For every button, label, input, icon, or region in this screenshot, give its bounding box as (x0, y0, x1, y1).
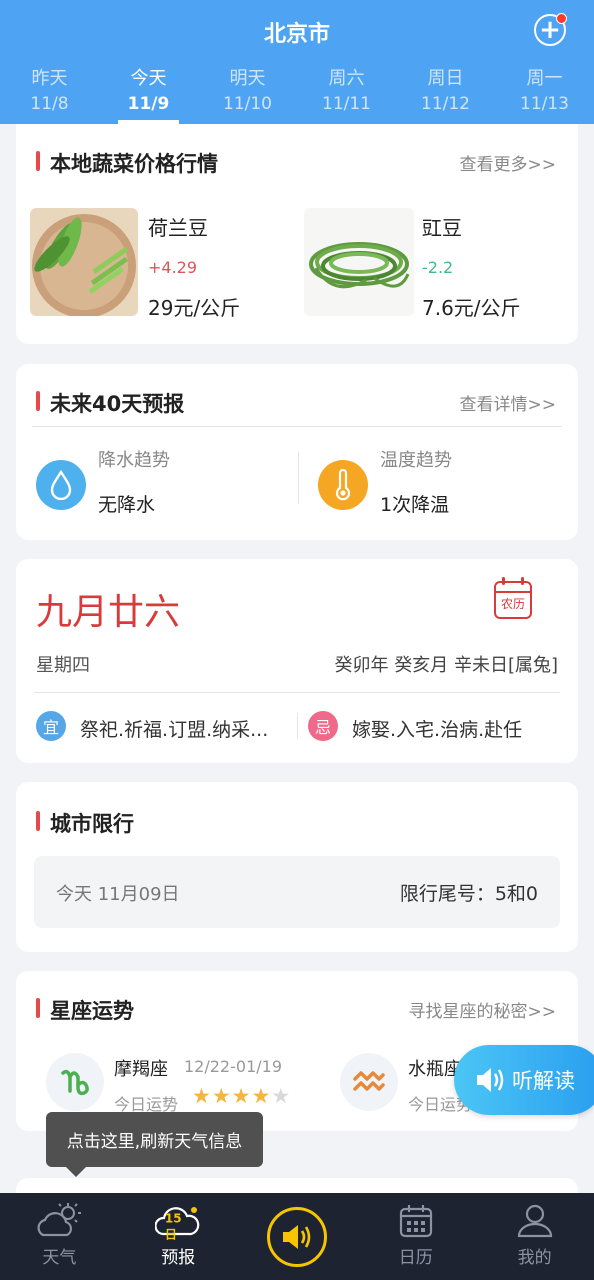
zodiac-date-range: 12/22-01/19 (184, 1057, 282, 1076)
tab-sunday[interactable]: 周日 11/12 (396, 60, 495, 124)
nav-label: 预报 (161, 1248, 196, 1268)
traffic-restriction-card: 城市限行 今天 11月09日 限行尾号：5和0 (16, 782, 578, 952)
date-tabs: 昨天 11/8 今天 11/9 明天 11/10 周六 11/11 周日 11/… (0, 60, 594, 124)
horoscope-more-link[interactable]: 寻找星座的秘密>> (409, 997, 557, 1022)
nav-weather[interactable]: 天气 (0, 1193, 119, 1280)
tab-date: 11/10 (223, 94, 272, 114)
lunar-badge-label: 农历 (500, 597, 525, 611)
divider (32, 426, 562, 427)
rain-trend-label: 降水趋势 (98, 450, 170, 471)
nav-label: 天气 (42, 1248, 77, 1268)
vegetable-price-card: 本地蔬菜价格行情 查看更多>> 荷兰豆 +4.29 29元/公斤 豇豆 -2.2… (16, 124, 578, 344)
nav-label: 我的 (517, 1248, 552, 1268)
price-change: +4.29 (148, 258, 198, 277)
restriction-plate-numbers: 限行尾号：5和0 (399, 883, 538, 905)
tab-monday[interactable]: 周一 11/13 (495, 60, 594, 124)
tab-today[interactable]: 今天 11/9 (99, 60, 198, 124)
capricorn-icon (46, 1053, 104, 1111)
suitable-icon: 宜 (36, 711, 66, 741)
water-drop-icon (36, 460, 86, 510)
vegetable-price: 7.6元/公斤 (422, 296, 521, 320)
tab-date: 11/13 (520, 94, 569, 114)
forecast-40day-card: 未来40天预报 查看详情>> 降水趋势 无降水 温度趋势 1次降温 (16, 364, 578, 540)
tab-yesterday[interactable]: 昨天 11/8 (0, 60, 99, 124)
suitable-activities: 祭祀.祈福.订盟.纳采... (80, 719, 269, 741)
star-icon: ★ (251, 1084, 272, 1108)
tab-date: 11/8 (30, 94, 69, 114)
see-details-link[interactable]: 查看详情>> (460, 390, 557, 415)
nav-forecast[interactable]: 15日 预报 (119, 1193, 238, 1280)
lunar-calendar-icon[interactable]: 农历 (494, 577, 532, 619)
calendar-icon (398, 1199, 434, 1243)
almanac-card[interactable]: 九月廿六 农历 星期四 癸卯年 癸亥月 辛未日[属兔] 宜 祭祀.祈福.订盟.纳… (16, 559, 578, 763)
nav-voice-broadcast[interactable] (238, 1193, 357, 1280)
bottom-navigation: 天气 15日 预报 日历 我的 (0, 1193, 594, 1280)
ganzhi-date: 癸卯年 癸亥月 辛未日[属兔] (334, 655, 559, 676)
card-title: 未来40天预报 (36, 388, 184, 418)
lunar-date: 九月廿六 (36, 592, 181, 633)
nav-calendar[interactable]: 日历 (356, 1193, 475, 1280)
restriction-info: 今天 11月09日 限行尾号：5和0 (34, 856, 560, 928)
forecast-badge: 15日 (164, 1211, 182, 1242)
vegetable-name: 荷兰豆 (148, 216, 208, 240)
weekday: 星期四 (36, 655, 90, 676)
thermometer-icon (318, 460, 368, 510)
tab-date: 11/9 (127, 94, 170, 114)
tab-label: 今天 (130, 68, 167, 89)
avoid-icon: 忌 (308, 711, 338, 741)
speaker-icon (266, 1206, 327, 1267)
notification-dot (556, 13, 567, 24)
tab-label: 周六 (328, 68, 365, 89)
city-title[interactable]: 北京市 (0, 16, 594, 48)
tab-label: 明天 (229, 68, 266, 89)
zodiac-name: 摩羯座 (114, 1059, 168, 1080)
snow-pea-image (30, 208, 138, 316)
nav-profile[interactable]: 我的 (475, 1193, 594, 1280)
luck-rating: ★★★★★ (192, 1084, 291, 1108)
card-title: 本地蔬菜价格行情 (36, 148, 218, 178)
cowpea-image (304, 208, 414, 316)
see-more-link[interactable]: 查看更多>> (460, 150, 557, 175)
temperature-trend-label: 温度趋势 (380, 450, 452, 471)
price-change: -2.2 (422, 258, 454, 277)
rain-trend-value: 无降水 (98, 494, 156, 516)
card-title: 星座运势 (36, 995, 134, 1025)
restriction-date: 今天 11月09日 (56, 884, 180, 905)
vegetable-price: 29元/公斤 (148, 296, 241, 320)
card-title: 城市限行 (36, 808, 134, 838)
tab-saturday[interactable]: 周六 11/11 (297, 60, 396, 124)
listen-button-label: 听解读 (512, 1069, 575, 1093)
divider (297, 713, 298, 739)
speaker-icon (477, 1068, 504, 1092)
weather-icon (35, 1199, 83, 1243)
profile-icon (516, 1199, 554, 1243)
divider (34, 692, 560, 693)
divider (298, 452, 299, 504)
nav-label: 日历 (398, 1248, 433, 1268)
forecast-icon: 15日 (155, 1199, 201, 1243)
avoid-activities: 嫁娶.入宅.治病.赴任 (352, 719, 523, 741)
vegetable-name: 豇豆 (422, 216, 462, 240)
add-city-button[interactable]: + (534, 13, 567, 46)
temperature-trend-value: 1次降温 (380, 494, 450, 516)
app-header: 北京市 + 昨天 11/8 今天 11/9 明天 11/10 周六 11/11 … (0, 0, 594, 124)
tab-tomorrow[interactable]: 明天 11/10 (198, 60, 297, 124)
star-icon: ★ (211, 1084, 232, 1108)
tab-label: 周日 (427, 68, 464, 89)
star-icon: ★ (192, 1084, 212, 1108)
aquarius-icon (340, 1053, 398, 1111)
star-icon: ★ (271, 1084, 292, 1108)
listen-interpretation-button[interactable]: 听解读 (454, 1045, 594, 1115)
tab-label: 昨天 (31, 68, 68, 89)
tab-label: 周一 (526, 68, 563, 89)
refresh-tooltip[interactable]: 点击这里,刷新天气信息 (46, 1112, 263, 1177)
star-icon: ★ (231, 1084, 252, 1108)
tab-date: 11/12 (421, 94, 470, 114)
tab-date: 11/11 (322, 94, 371, 114)
